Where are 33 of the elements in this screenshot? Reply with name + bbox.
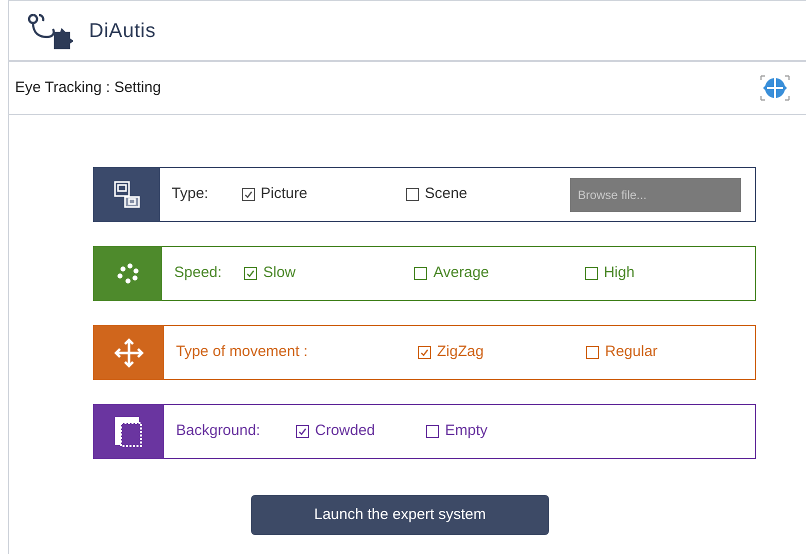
launch-button[interactable]: Launch the expert system: [251, 495, 549, 535]
checkbox[interactable]: [414, 267, 428, 280]
checkbox[interactable]: [296, 425, 309, 438]
option-label[interactable]: Scene: [406, 183, 570, 206]
row-label: Background:: [176, 421, 262, 442]
checkbox[interactable]: [244, 267, 258, 280]
checkbox[interactable]: [242, 188, 255, 201]
row-label: Type of movement :: [176, 342, 309, 362]
option-label[interactable]: Regular: [586, 341, 754, 364]
check-icon: [246, 269, 256, 278]
option-label[interactable]: Empty: [426, 420, 556, 443]
check-icon: [420, 348, 429, 357]
checkbox[interactable]: [426, 425, 439, 438]
option-label[interactable]: Crowded: [296, 420, 426, 443]
move-arrows-icon: [113, 336, 145, 368]
checkbox[interactable]: [418, 346, 431, 359]
option-label[interactable]: Picture: [242, 183, 406, 206]
option-label[interactable]: Slow: [244, 262, 414, 285]
option-label[interactable]: Average: [414, 262, 585, 285]
row-label: Speed:: [174, 263, 223, 284]
option-label[interactable]: ZigZag: [418, 341, 586, 364]
window-layers-icon: [113, 414, 145, 448]
check-icon: [244, 190, 253, 199]
app-name: DiAutis: [89, 18, 156, 44]
checkbox[interactable]: [586, 346, 599, 359]
picture-frames-icon: [112, 180, 142, 210]
option-label[interactable]: High: [584, 262, 756, 285]
page-title: Eye Tracking : Setting: [15, 78, 161, 98]
browse-file-button[interactable]: Browse file...: [570, 178, 741, 212]
row-label: Type:: [172, 184, 210, 204]
check-icon: [298, 427, 307, 436]
checkbox[interactable]: [406, 188, 419, 201]
checkbox[interactable]: [584, 267, 598, 280]
